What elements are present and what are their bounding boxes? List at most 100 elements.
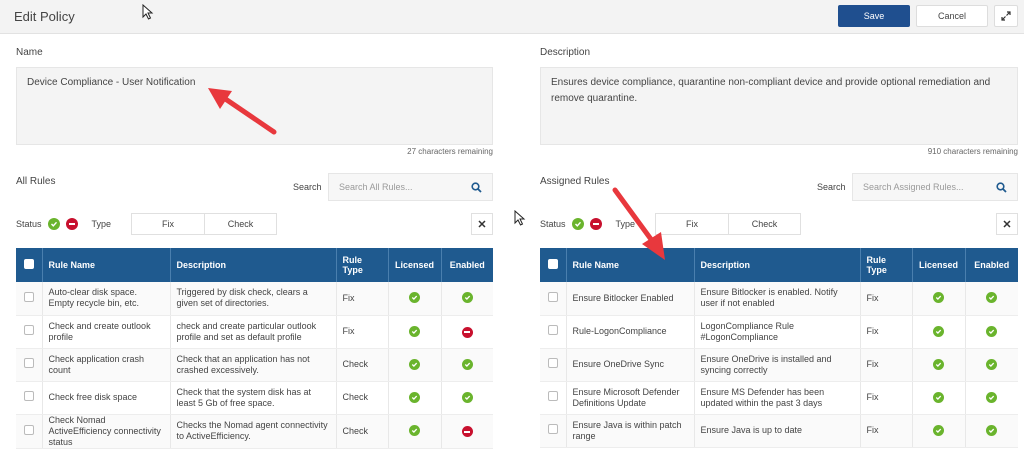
table-row[interactable]: Check free disk space Check that the syst… xyxy=(16,381,493,415)
row-checkbox[interactable] xyxy=(540,414,567,448)
licensed-check-icon xyxy=(933,424,944,436)
enabled-check-icon[interactable] xyxy=(986,424,998,436)
column-header-licensed[interactable]: Licensed xyxy=(912,248,966,282)
column-header-enabled[interactable]: Enabled xyxy=(965,248,1018,282)
all-rules-title: All Rules xyxy=(16,176,56,187)
type-fix-option[interactable]: Fix xyxy=(132,214,204,234)
enabled-check-icon[interactable] xyxy=(986,292,998,304)
rule-description-cell: LogonCompliance Rule #LogonCompliance xyxy=(694,315,861,349)
all-rules-type-filter: Fix Check xyxy=(131,213,277,235)
table-row[interactable]: Ensure Java is within patch range Ensure … xyxy=(540,414,1018,448)
type-check-option[interactable]: Check xyxy=(204,214,276,234)
enabled-check-icon[interactable] xyxy=(461,358,473,370)
rule-type-cell: Check xyxy=(336,414,389,449)
table-row[interactable]: Check and create outlook profile check an… xyxy=(16,315,493,349)
all-rules-table: Rule Name Description Rule Type Licensed… xyxy=(16,248,493,449)
all-rules-clear-filter-button[interactable]: ✕ xyxy=(471,213,493,235)
licensed-check-icon xyxy=(933,325,944,337)
disabled-icon[interactable] xyxy=(461,326,473,338)
rule-type-cell: Fix xyxy=(860,315,913,349)
enabled-check-icon[interactable] xyxy=(986,391,998,403)
table-row[interactable]: Rule-LogonCompliance LogonCompliance Rule… xyxy=(540,315,1018,349)
enabled-check-icon[interactable] xyxy=(986,325,998,337)
column-header-rule-type[interactable]: Rule Type xyxy=(860,248,913,282)
column-header-rule-type[interactable]: Rule Type xyxy=(336,248,389,282)
rule-name-cell: Auto-clear disk space. Empty recycle bin… xyxy=(42,282,171,316)
annotation-arrow-icon xyxy=(208,88,277,135)
rule-name-cell: Check free disk space xyxy=(42,381,171,415)
table-row[interactable]: Ensure Bitlocker Enabled Ensure Bitlocker… xyxy=(540,282,1018,316)
assigned-rules-table: Rule Name Description Rule Type Licensed… xyxy=(540,248,1018,448)
type-label: Type xyxy=(91,219,112,229)
row-checkbox[interactable] xyxy=(16,414,43,449)
all-rules-search-input[interactable]: Search All Rules... xyxy=(328,173,493,201)
column-header-description[interactable]: Description xyxy=(694,248,861,282)
row-checkbox[interactable] xyxy=(16,381,43,415)
annotation-arrow-icon xyxy=(612,187,665,260)
status-enabled-filter-icon[interactable] xyxy=(47,218,60,230)
row-checkbox[interactable] xyxy=(540,348,567,382)
assigned-rules-clear-filter-button[interactable]: ✕ xyxy=(996,213,1018,235)
rule-type-cell: Fix xyxy=(860,348,913,382)
rule-name-cell: Ensure Microsoft Defender Definitions Up… xyxy=(566,381,695,415)
description-remaining: 910 characters remaining xyxy=(927,147,1018,156)
search-icon[interactable] xyxy=(471,181,482,193)
row-checkbox[interactable] xyxy=(540,315,567,349)
rule-name-cell: Ensure Java is within patch range xyxy=(566,414,695,448)
assigned-rules-type-filter: Fix Check xyxy=(655,213,801,235)
licensed-check-icon xyxy=(933,391,944,403)
search-placeholder: Search Assigned Rules... xyxy=(863,182,964,192)
table-row[interactable]: Ensure Microsoft Defender Definitions Up… xyxy=(540,381,1018,415)
licensed-check-icon xyxy=(409,391,420,403)
row-checkbox[interactable] xyxy=(16,315,43,349)
rule-description-cell: Ensure Bitlocker is enabled. Notify user… xyxy=(694,282,861,316)
assigned-rules-search-input[interactable]: Search Assigned Rules... xyxy=(852,173,1018,201)
table-row[interactable]: Auto-clear disk space. Empty recycle bin… xyxy=(16,282,493,316)
rule-name-cell: Ensure Bitlocker Enabled xyxy=(566,282,695,316)
expand-button[interactable] xyxy=(994,5,1018,27)
type-check-option[interactable]: Check xyxy=(728,214,800,234)
table-row[interactable]: Check application crash count Check that … xyxy=(16,348,493,382)
name-label: Name xyxy=(16,47,43,58)
status-disabled-filter-icon[interactable] xyxy=(65,218,78,230)
row-checkbox[interactable] xyxy=(16,282,43,316)
description-field[interactable]: Ensures device compliance, quarantine no… xyxy=(540,67,1018,145)
rule-type-cell: Check xyxy=(336,348,389,382)
rule-type-cell: Check xyxy=(336,381,389,415)
search-icon[interactable] xyxy=(996,181,1007,193)
cancel-button[interactable]: Cancel xyxy=(916,5,988,27)
column-header-description[interactable]: Description xyxy=(170,248,337,282)
row-checkbox[interactable] xyxy=(540,381,567,415)
description-label: Description xyxy=(540,47,591,58)
enabled-check-icon[interactable] xyxy=(461,391,473,403)
rule-name-cell: Rule-LogonCompliance xyxy=(566,315,695,349)
disabled-icon[interactable] xyxy=(461,426,473,438)
rule-description-cell: Check that the system disk has at least … xyxy=(170,381,337,415)
rule-name-cell: Ensure OneDrive Sync xyxy=(566,348,695,382)
status-label: Status xyxy=(540,219,566,229)
column-header-rule-name[interactable]: Rule Name xyxy=(42,248,171,282)
row-checkbox[interactable] xyxy=(16,348,43,382)
page-header: Edit Policy Save Cancel xyxy=(0,0,1024,34)
table-header-row: Rule Name Description Rule Type Licensed… xyxy=(16,248,493,282)
rule-type-cell: Fix xyxy=(336,315,389,349)
select-all-checkbox[interactable] xyxy=(16,248,43,282)
rule-description-cell: Ensure OneDrive is installed and syncing… xyxy=(694,348,861,382)
status-disabled-filter-icon[interactable] xyxy=(589,218,602,230)
select-all-checkbox[interactable] xyxy=(540,248,567,282)
close-icon: ✕ xyxy=(477,218,487,231)
enabled-check-icon[interactable] xyxy=(986,358,998,370)
rule-type-cell: Fix xyxy=(860,414,913,448)
name-remaining: 27 characters remaining xyxy=(407,147,493,156)
rule-type-cell: Fix xyxy=(860,381,913,415)
table-row[interactable]: Ensure OneDrive Sync Ensure OneDrive is i… xyxy=(540,348,1018,382)
status-enabled-filter-icon[interactable] xyxy=(571,218,584,230)
table-row[interactable]: Check Nomad ActiveEfficiency connectivit… xyxy=(16,414,493,449)
save-button[interactable]: Save xyxy=(838,5,910,27)
row-checkbox[interactable] xyxy=(540,282,567,316)
column-header-enabled[interactable]: Enabled xyxy=(441,248,493,282)
all-rules-filters: Status Type xyxy=(16,213,111,235)
column-header-licensed[interactable]: Licensed xyxy=(388,248,442,282)
enabled-check-icon[interactable] xyxy=(461,292,473,304)
assigned-rules-search-label: Search xyxy=(817,182,846,192)
